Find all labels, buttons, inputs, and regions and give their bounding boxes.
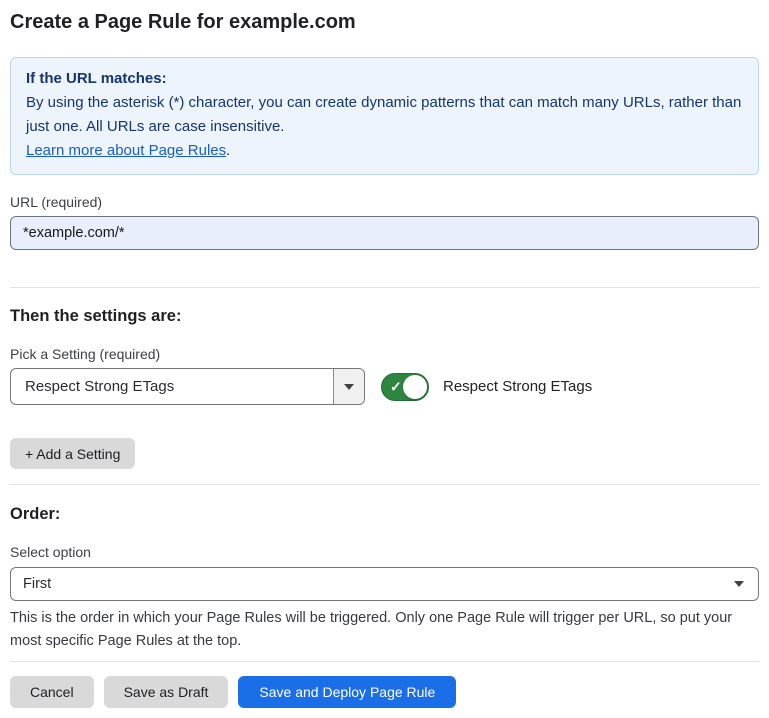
info-box-heading: If the URL matches: <box>26 67 743 91</box>
section-divider <box>10 287 759 288</box>
setting-select-value: Respect Strong ETags <box>11 378 333 395</box>
toggle-label: Respect Strong ETags <box>443 378 592 395</box>
action-buttons-row: Cancel Save as Draft Save and Deploy Pag… <box>10 676 759 708</box>
order-help-text: This is the order in which your Page Rul… <box>10 607 759 653</box>
url-input[interactable] <box>10 216 759 250</box>
setting-select-arrow-cell <box>333 369 364 404</box>
order-select-value: First <box>11 576 734 592</box>
chevron-down-icon <box>344 384 354 390</box>
save-deploy-button[interactable]: Save and Deploy Page Rule <box>238 676 456 708</box>
link-suffix: . <box>226 142 230 159</box>
page-rule-form: Create a Page Rule for example.com If th… <box>0 0 769 708</box>
add-setting-button[interactable]: + Add a Setting <box>10 438 135 469</box>
save-draft-button[interactable]: Save as Draft <box>104 676 229 708</box>
etags-toggle[interactable]: ✓ <box>381 373 429 401</box>
info-box-body: By using the asterisk (*) character, you… <box>26 91 743 139</box>
order-select-label: Select option <box>10 544 759 561</box>
pick-setting-label: Pick a Setting (required) <box>10 346 759 363</box>
cancel-button[interactable]: Cancel <box>10 676 94 708</box>
url-field-label: URL (required) <box>10 194 759 211</box>
chevron-down-icon <box>734 581 744 587</box>
section-divider <box>10 484 759 485</box>
order-section-heading: Order: <box>10 504 759 525</box>
info-box-link-line: Learn more about Page Rules. <box>26 139 743 163</box>
learn-more-page-rules-link[interactable]: Learn more about Page Rules <box>26 142 226 159</box>
order-select[interactable]: First <box>10 567 759 601</box>
setting-row: Respect Strong ETags ✓ Respect Strong ET… <box>10 368 759 405</box>
setting-select[interactable]: Respect Strong ETags <box>10 368 365 405</box>
toggle-check-icon: ✓ <box>390 379 402 393</box>
page-title: Create a Page Rule for example.com <box>10 0 759 36</box>
footer-divider <box>10 661 759 662</box>
toggle-knob <box>403 375 427 399</box>
settings-section-heading: Then the settings are: <box>10 306 759 327</box>
url-match-info-box: If the URL matches: By using the asteris… <box>10 57 759 175</box>
